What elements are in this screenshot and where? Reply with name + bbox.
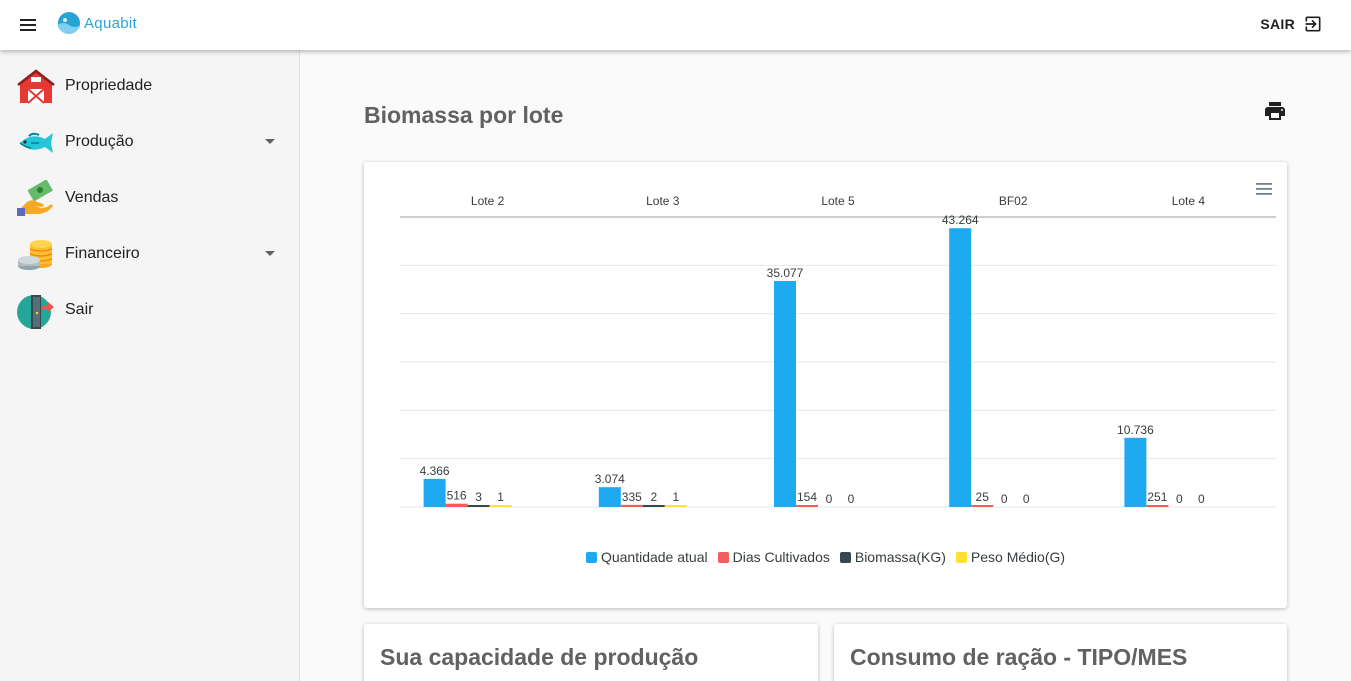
coins-icon [18, 240, 53, 270]
print-icon[interactable] [1263, 99, 1287, 123]
bar-peso-m-dio-g-[interactable] [489, 505, 512, 507]
data-label: 0 [848, 492, 855, 506]
data-label: 35.077 [767, 266, 804, 280]
chart-legend: Quantidade atual Dias Cultivados Biomassa(… [364, 549, 1287, 565]
biomass-bar-chart: Lote 2 4.366 516 3 1 Lote 3 3.074 335 2 1 Lote 5 35… [400, 194, 1276, 508]
data-label: 0 [826, 492, 833, 506]
bar-dias-cultivados[interactable] [1146, 505, 1169, 507]
legend-label: Peso Médio(G) [970, 549, 1066, 565]
page-title: Biomassa por lote [364, 102, 564, 128]
logout-icon [1305, 16, 1321, 32]
x-tick-label: Lote 2 [471, 194, 505, 208]
sidebar-nav: Propriedade Produção Vendas Financeiro S… [0, 50, 300, 681]
sidebar-item-sair[interactable]: Sair [0, 282, 299, 338]
data-label: 43.264 [942, 213, 979, 227]
bar-dias-cultivados[interactable] [971, 505, 994, 507]
data-label: 335 [622, 490, 642, 504]
sidebar-item-label: Sair [65, 301, 94, 318]
legend-item[interactable]: Biomassa(KG) [839, 549, 946, 565]
data-label: 0 [1001, 492, 1008, 506]
legend-item[interactable]: Peso Médio(G) [955, 549, 1066, 565]
legend-label: Quantidade atual [600, 549, 708, 565]
data-label: 154 [797, 490, 817, 504]
x-tick-label: Lote 4 [1172, 194, 1206, 208]
bar-quantidade-atual[interactable] [423, 478, 446, 507]
top-app-bar: Aquabit SAIR [0, 0, 1351, 50]
barn-icon [17, 69, 55, 104]
logout-label: SAIR [1260, 16, 1295, 32]
chevron-down-icon[interactable] [264, 138, 276, 146]
bar-biomassa-kg-[interactable] [467, 505, 490, 507]
data-label: 3 [475, 490, 482, 504]
fish-icon [19, 132, 53, 153]
card-title: Sua capacidade de produção [380, 644, 699, 670]
data-label: 0 [1198, 492, 1205, 506]
bar-biomassa-kg-[interactable] [642, 505, 665, 507]
sidebar-item-label: Vendas [65, 189, 119, 206]
legend-label: Biomassa(KG) [854, 549, 946, 565]
production-capacity-card: Sua capacidade de produção [364, 624, 818, 681]
data-label: 251 [1147, 490, 1167, 504]
data-label: 1 [672, 490, 679, 504]
bar-quantidade-atual[interactable] [949, 228, 972, 507]
biomass-chart-card: Lote 2 4.366 516 3 1 Lote 3 3.074 335 2 1 Lote 5 35… [364, 162, 1287, 608]
legend-item[interactable]: Quantidade atual [585, 549, 708, 565]
data-label: 1 [497, 490, 504, 504]
logout-button[interactable]: SAIR [1260, 14, 1323, 34]
data-label: 0 [1023, 492, 1030, 506]
sidebar-item-financeiro[interactable]: Financeiro [0, 226, 299, 282]
legend-swatch [839, 551, 851, 563]
brand-name: Aquabit [84, 14, 137, 32]
aquabit-logo-icon [58, 12, 80, 34]
bar-quantidade-atual[interactable] [1124, 437, 1147, 507]
exit-door-icon [17, 295, 54, 329]
bar-quantidade-atual[interactable] [598, 487, 621, 507]
x-tick-label: BF02 [999, 194, 1028, 208]
data-label: 3.074 [595, 472, 625, 486]
bar-dias-cultivados[interactable] [620, 504, 643, 507]
card-title: Consumo de ração - TIPO/MES [850, 644, 1188, 670]
chevron-down-icon[interactable] [264, 250, 276, 258]
aquabit-logo[interactable]: Aquabit [57, 10, 137, 36]
x-tick-label: Lote 3 [646, 194, 680, 208]
legend-swatch [955, 551, 967, 563]
legend-swatch [585, 551, 597, 563]
data-label: 4.366 [420, 464, 450, 478]
data-label: 25 [976, 490, 990, 504]
feed-consumption-card: Consumo de ração - TIPO/MES [834, 624, 1287, 681]
legend-swatch [717, 551, 729, 563]
bar-dias-cultivados[interactable] [445, 503, 468, 507]
data-label: 516 [447, 489, 467, 503]
data-label: 10.736 [1117, 423, 1154, 437]
sidebar-item-label: Propriedade [65, 77, 153, 94]
bar-peso-m-dio-g-[interactable] [664, 505, 687, 507]
sidebar-item-vendas[interactable]: Vendas [0, 170, 299, 226]
sidebar-item-propriedade[interactable]: Propriedade [0, 58, 299, 114]
sidebar-item-label: Produção [65, 133, 134, 150]
x-tick-label: Lote 5 [821, 194, 855, 208]
legend-label: Dias Cultivados [732, 549, 830, 565]
legend-item[interactable]: Dias Cultivados [717, 549, 830, 565]
sidebar-item-label: Financeiro [65, 245, 140, 262]
hamburger-menu-icon[interactable] [18, 15, 40, 35]
data-label: 2 [650, 490, 657, 504]
money-hand-icon [17, 180, 53, 216]
sidebar-item-producao[interactable]: Produção [0, 114, 299, 170]
data-label: 0 [1176, 492, 1183, 506]
bar-dias-cultivados[interactable] [796, 505, 818, 507]
main-content: Biomassa por lote Lote 2 4.366 516 3 1 Lote 3… [300, 50, 1351, 681]
bar-quantidade-atual[interactable] [774, 280, 796, 507]
